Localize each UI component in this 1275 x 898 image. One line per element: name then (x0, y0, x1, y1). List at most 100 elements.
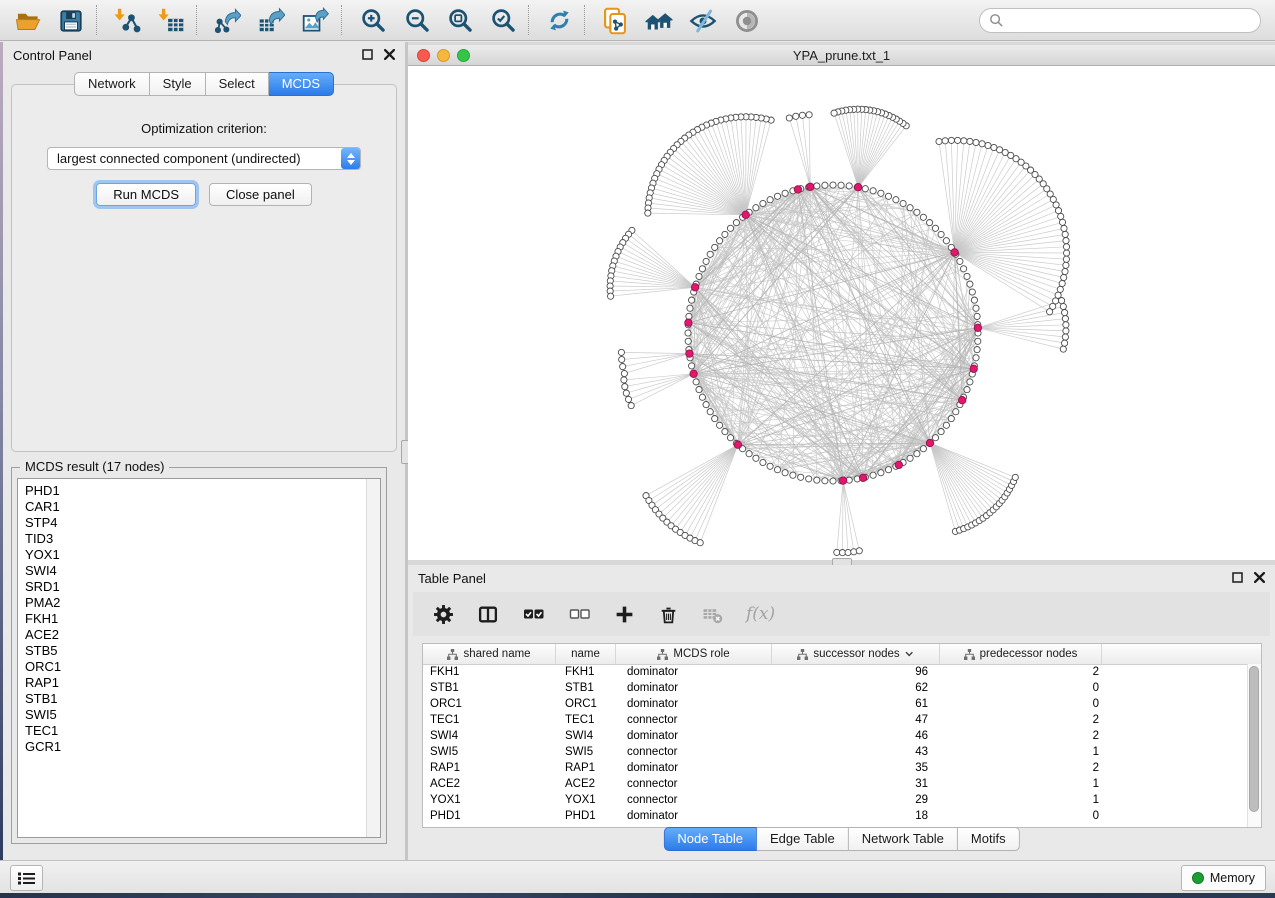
float-panel-icon[interactable] (1232, 572, 1243, 583)
zoom-out-button[interactable] (398, 4, 436, 37)
tab-mcds[interactable]: MCDS (269, 72, 334, 96)
zoom-selected-button[interactable] (484, 4, 522, 37)
mcds-result-item[interactable]: SWI4 (25, 563, 358, 579)
network-graph[interactable] (408, 66, 1275, 560)
mcds-result-item[interactable]: CAR1 (25, 499, 358, 515)
column-header-predecessor-nodes[interactable]: predecessor nodes (940, 644, 1102, 664)
table-row[interactable]: STB1STB1dominator620 (423, 680, 1247, 696)
app-window: Control Panel Network Style Select MCDS … (0, 0, 1275, 893)
tab-style[interactable]: Style (150, 72, 206, 96)
tree-icon (797, 649, 808, 660)
mcds-result-item[interactable]: STB1 (25, 691, 358, 707)
column-label: shared name (463, 648, 530, 660)
scrollbar-thumb[interactable] (1249, 666, 1259, 812)
table-row[interactable]: PHD1PHD1dominator180 (423, 808, 1247, 824)
table-tabs: Node Table Edge Table Network Table Moti… (663, 827, 1019, 851)
memory-button[interactable]: Memory (1181, 865, 1266, 891)
delete-column-icon[interactable] (658, 604, 679, 625)
table-cell: ORC1 (423, 698, 556, 710)
search-box[interactable] (979, 8, 1261, 33)
clone-network-icon (601, 7, 629, 35)
mcds-result-item[interactable]: STP4 (25, 515, 358, 531)
table-cell: SWI4 (423, 730, 556, 742)
save-session-button[interactable] (52, 4, 90, 37)
apply-layout-button[interactable] (540, 4, 578, 37)
tab-node-table[interactable]: Node Table (663, 827, 757, 851)
toolbar-separator (341, 5, 342, 35)
optimization-select[interactable]: largest connected component (undirected) (47, 147, 361, 170)
table-cell: ORC1 (556, 698, 616, 710)
mcds-result-item[interactable]: TEC1 (25, 723, 358, 739)
mcds-result-list[interactable]: PHD1CAR1STP4TID3YOX1SWI4SRD1PMA2FKH1ACE2… (17, 478, 381, 838)
node-table: shared name name MCDS role successor nod… (422, 643, 1262, 828)
table-row[interactable]: ACE2ACE2connector311 (423, 776, 1247, 792)
export-table-button[interactable] (252, 4, 290, 37)
table-row[interactable]: SWI4SWI4dominator462 (423, 728, 1247, 744)
export-image-button[interactable] (296, 4, 334, 37)
table-row[interactable]: ORC1ORC1dominator610 (423, 696, 1247, 712)
network-canvas[interactable] (408, 66, 1275, 560)
table-cell: TEC1 (556, 714, 616, 726)
close-panel-icon[interactable] (384, 49, 395, 60)
show-columns-icon[interactable] (477, 604, 499, 625)
add-column-icon[interactable] (614, 604, 635, 625)
table-cell: dominator (616, 730, 772, 742)
mcds-result-item[interactable]: ACE2 (25, 627, 358, 643)
close-panel-icon[interactable] (1254, 572, 1265, 583)
export-network-icon (214, 7, 241, 34)
hide-selected-button[interactable] (684, 4, 722, 37)
import-network-button[interactable] (108, 4, 146, 37)
mcds-result-item[interactable]: PHD1 (25, 483, 358, 499)
table-scrollbar[interactable] (1247, 664, 1261, 827)
open-file-button[interactable] (8, 4, 46, 37)
mcds-result-item[interactable]: PMA2 (25, 595, 358, 611)
tab-select[interactable]: Select (206, 72, 269, 96)
right-column: YPA_prune.txt_1 Table Panel (408, 42, 1275, 860)
mcds-result-item[interactable]: SWI5 (25, 707, 358, 723)
column-label: name (571, 648, 600, 660)
table-row[interactable]: FKH1FKH1dominator962 (423, 664, 1247, 680)
import-table-button[interactable] (152, 4, 190, 37)
select-all-columns-icon[interactable] (522, 604, 545, 624)
deselect-all-columns-icon[interactable] (568, 604, 591, 624)
close-panel-button[interactable]: Close panel (209, 183, 312, 206)
column-label: MCDS role (673, 648, 729, 660)
neighbors-button[interactable] (640, 4, 678, 37)
export-network-button[interactable] (208, 4, 246, 37)
mcds-result-item[interactable]: TID3 (25, 531, 358, 547)
mcds-result-item[interactable]: GCR1 (25, 739, 358, 755)
mcds-result-item[interactable]: YOX1 (25, 547, 358, 563)
table-row[interactable]: RAP1RAP1dominator352 (423, 760, 1247, 776)
table-row[interactable]: YOX1YOX1connector291 (423, 792, 1247, 808)
clone-network-button[interactable] (596, 4, 634, 37)
table-settings-icon[interactable] (433, 604, 454, 625)
float-panel-icon[interactable] (362, 49, 373, 60)
minimize-window-icon[interactable] (437, 49, 450, 62)
run-mcds-button[interactable]: Run MCDS (96, 183, 196, 206)
search-input[interactable] (1004, 13, 1260, 29)
mcds-result-item[interactable]: STB5 (25, 643, 358, 659)
column-header-successor-nodes[interactable]: successor nodes (772, 644, 940, 664)
column-header-shared-name[interactable]: shared name (423, 644, 556, 664)
tab-motifs[interactable]: Motifs (958, 827, 1020, 851)
close-window-icon[interactable] (417, 49, 430, 62)
column-header-name[interactable]: name (556, 644, 616, 664)
maximize-window-icon[interactable] (457, 49, 470, 62)
tab-network-table[interactable]: Network Table (849, 827, 958, 851)
zoom-fit-button[interactable] (441, 4, 479, 37)
zoom-in-button[interactable] (354, 4, 392, 37)
mcds-list-scrollbar[interactable] (366, 479, 380, 837)
show-details-button[interactable] (728, 4, 766, 37)
save-icon (58, 8, 84, 34)
mcds-result-item[interactable]: FKH1 (25, 611, 358, 627)
mcds-result-item[interactable]: SRD1 (25, 579, 358, 595)
mcds-result-item[interactable]: ORC1 (25, 659, 358, 675)
table-row[interactable]: SWI5SWI5connector431 (423, 744, 1247, 760)
table-row[interactable]: TEC1TEC1connector472 (423, 712, 1247, 728)
network-window-titlebar[interactable]: YPA_prune.txt_1 (408, 45, 1275, 66)
column-header-mcds-role[interactable]: MCDS role (616, 644, 772, 664)
show-log-button[interactable] (10, 865, 43, 891)
mcds-result-item[interactable]: RAP1 (25, 675, 358, 691)
tab-network[interactable]: Network (74, 72, 150, 96)
tab-edge-table[interactable]: Edge Table (757, 827, 849, 851)
